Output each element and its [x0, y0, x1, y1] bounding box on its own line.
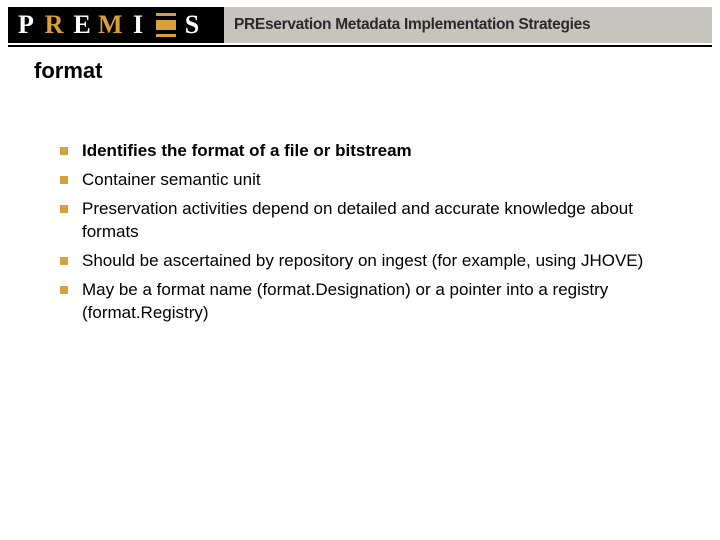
header-title: PREservation Metadata Implementation Str… — [234, 16, 590, 34]
bullet-item: Identifies the format of a file or bitst… — [60, 140, 670, 163]
header-bar: P R E M I S PREservation Metadata Implem… — [8, 7, 712, 43]
premis-logo: P R E M I S — [8, 7, 224, 43]
header-title-bar: PREservation Metadata Implementation Str… — [224, 7, 712, 43]
bullet-text: Identifies the format of a file or bitst… — [82, 141, 412, 160]
logo-letter-e: E — [70, 12, 94, 38]
header-underline — [8, 45, 712, 47]
logo-letter-m: M — [98, 12, 122, 38]
bullet-item: Preservation activities depend on detail… — [60, 198, 670, 244]
logo-bars-icon — [156, 11, 176, 39]
bullet-item: May be a format name (format.Designation… — [60, 279, 670, 325]
logo-letter-p: P — [14, 12, 38, 38]
bullet-text: Should be ascertained by repository on i… — [82, 251, 643, 270]
logo-letter-i: I — [126, 12, 150, 38]
logo-letter-r: R — [42, 12, 66, 38]
bullet-item: Container semantic unit — [60, 169, 670, 192]
slide-title: format — [34, 58, 102, 84]
bullet-item: Should be ascertained by repository on i… — [60, 250, 670, 273]
bullet-list: Identifies the format of a file or bitst… — [60, 140, 670, 331]
bullet-text: Preservation activities depend on detail… — [82, 199, 633, 241]
bullet-text: May be a format name (format.Designation… — [82, 280, 608, 322]
bullet-text: Container semantic unit — [82, 170, 261, 189]
logo-letter-s: S — [180, 12, 204, 38]
